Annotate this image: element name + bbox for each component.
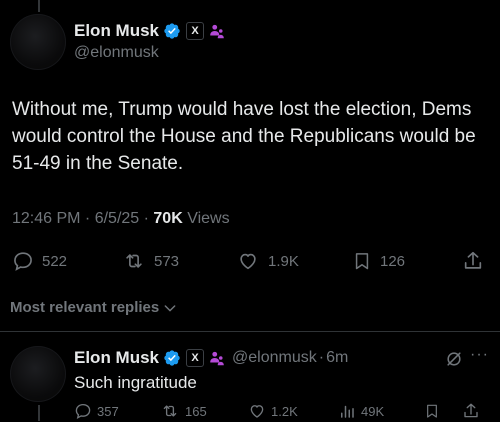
thread-connector-line (38, 0, 40, 12)
author-handle[interactable]: @elonmusk (74, 44, 159, 62)
reply-repost-count: 165 (185, 403, 207, 419)
chevron-down-icon (164, 304, 176, 311)
like-icon (250, 405, 264, 418)
reply-reply-count: 357 (97, 403, 119, 419)
reply-action-bar: 357 165 1.2K 49K (0, 402, 500, 422)
tweet-action-bar: 522 573 1.9K 126 (0, 250, 500, 274)
reply-icon (14, 252, 32, 271)
affiliate-people-icon[interactable] (208, 22, 226, 40)
affiliate-people-icon[interactable] (208, 349, 226, 367)
reply-text: Such ingratitude (74, 373, 197, 392)
share-icon (464, 403, 478, 418)
x-affiliate-badge[interactable]: X (186, 349, 205, 367)
repost-icon (126, 254, 142, 268)
reply-avatar[interactable] (10, 346, 66, 402)
reply-count: 522 (42, 252, 68, 270)
share-icon (464, 251, 482, 269)
reply-separator: · (318, 349, 325, 366)
replies-sort-label: Most relevant replies (10, 299, 160, 316)
replies-sort-dropdown[interactable]: Most relevant replies (10, 299, 178, 316)
tweet-author-row: Elon Musk X (74, 20, 226, 42)
bookmark-button[interactable]: 126 (352, 250, 405, 272)
reply-repost-button[interactable]: 165 (160, 402, 207, 420)
repost-icon (163, 405, 177, 417)
reply-button[interactable]: 522 (12, 250, 67, 272)
like-button[interactable]: 1.9K (236, 250, 299, 272)
repost-count: 573 (154, 252, 180, 270)
divider (0, 331, 500, 332)
grok-icon[interactable] (444, 349, 464, 374)
reply-like-button[interactable]: 1.2K (248, 402, 298, 420)
share-button[interactable] (462, 250, 484, 272)
tweet-text: Without me, Trump would have lost the el… (12, 99, 476, 174)
reply-views-button[interactable]: 49K (338, 402, 384, 420)
bookmark-icon (427, 404, 437, 418)
reply-icon (75, 403, 91, 420)
avatar[interactable] (10, 14, 66, 70)
more-icon[interactable]: ··· (470, 346, 489, 364)
reply-reply-button[interactable]: 357 (74, 402, 119, 420)
bookmark-icon (355, 253, 369, 270)
verified-icon[interactable] (163, 22, 181, 40)
reply-bookmark-button[interactable] (424, 402, 440, 420)
verified-icon[interactable] (163, 349, 181, 367)
repost-button[interactable]: 573 (122, 250, 179, 272)
reply-author-handle[interactable]: @elonmusk (232, 349, 317, 367)
reply-views-count: 49K (361, 403, 385, 419)
reply-timestamp[interactable]: 6m (326, 349, 348, 367)
views-label: Views (182, 210, 230, 227)
bookmark-count: 126 (380, 252, 406, 270)
views-count: 70K (153, 210, 183, 227)
tweet-meta: 12:46 PM · 6/5/25 · 70K Views (12, 210, 230, 228)
tweet-timestamp[interactable]: 12:46 PM · 6/5/25 · (12, 210, 153, 227)
reply-like-count: 1.2K (271, 403, 298, 419)
reply-share-button[interactable] (462, 402, 480, 420)
reply-author-display-name[interactable]: Elon Musk (74, 348, 159, 368)
author-display-name[interactable]: Elon Musk (74, 21, 159, 41)
views-icon (341, 405, 354, 418)
reply-author-row: Elon Musk X @elonmusk · 6m (74, 347, 348, 369)
like-icon (240, 253, 256, 270)
like-count: 1.9K (268, 252, 299, 270)
x-affiliate-badge[interactable]: X (186, 22, 205, 40)
